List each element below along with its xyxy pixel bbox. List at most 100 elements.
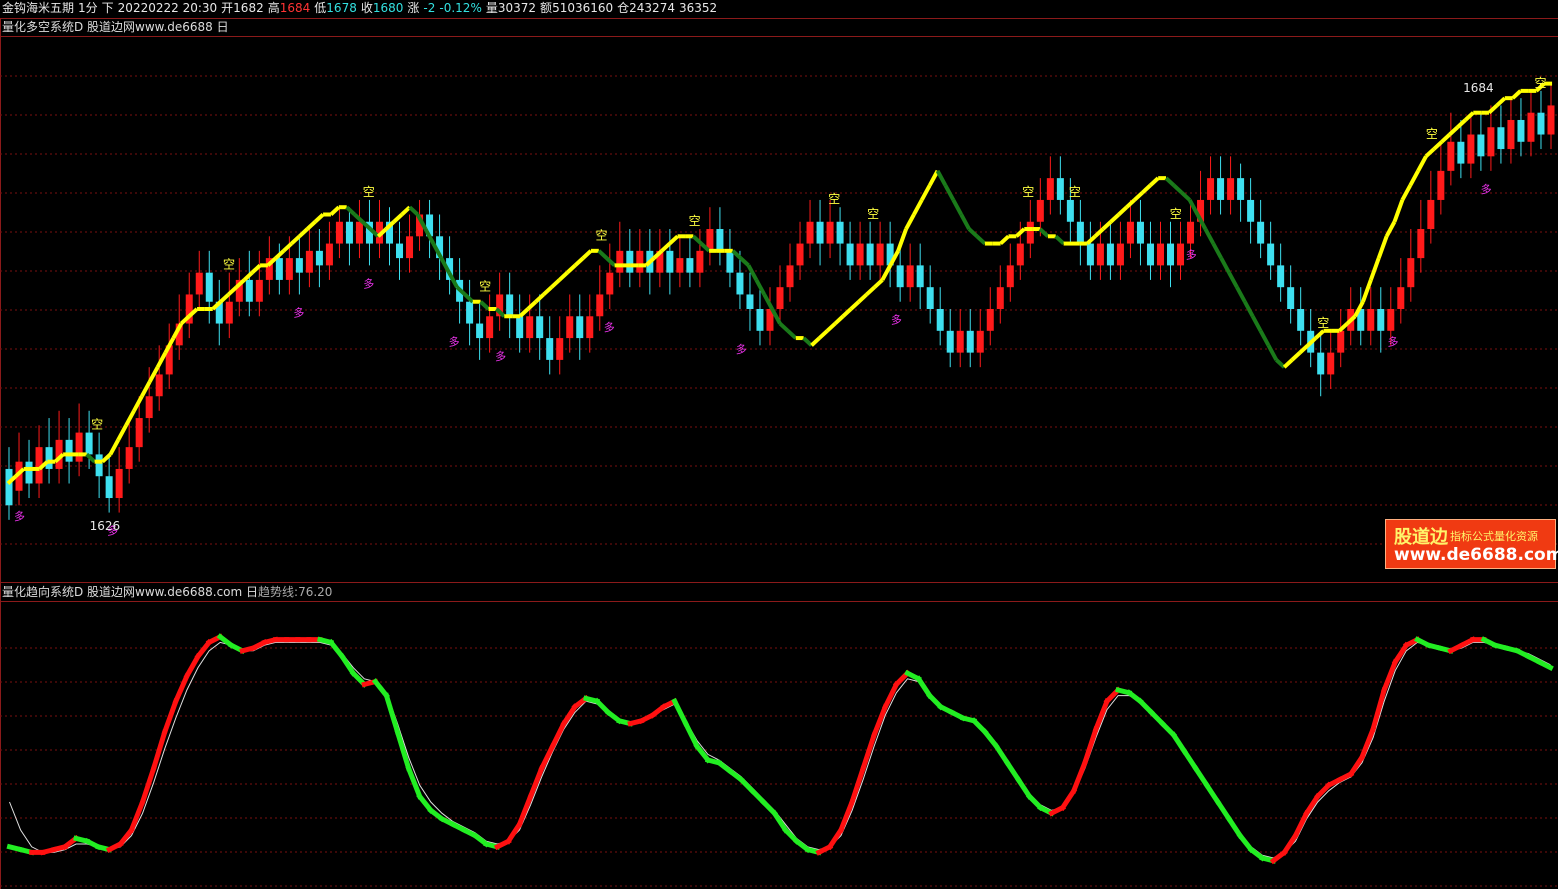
ma-line-segment [975, 234, 987, 246]
trend-line-segment [1369, 686, 1388, 733]
ma-line-segment [967, 227, 979, 238]
ma-line-segment [1211, 242, 1223, 260]
candle-body [95, 454, 103, 477]
candle-body [556, 338, 564, 360]
buy-mark: 多 [1186, 247, 1197, 261]
ma-line-segment [1290, 351, 1302, 362]
ma-line-segment [865, 285, 876, 296]
trend-line-segment [1280, 832, 1299, 856]
candle-body [826, 221, 834, 244]
ma-line-segment [880, 264, 893, 281]
ma-line-segment [1258, 329, 1271, 347]
ma-line-segment [1464, 111, 1475, 122]
trend-line-segment [826, 826, 845, 851]
candle-body [736, 272, 744, 295]
trend-line-segment [1003, 759, 1022, 784]
ma-line-segment [1314, 329, 1325, 340]
ma-line-segment [353, 213, 364, 224]
candlestick-chart[interactable]: 空空空空空空空空空空空空空空空空空空空多多多多多多多多多多多多多多多多多多多16… [0, 0, 1558, 889]
ma-line-segment [802, 336, 813, 347]
ma-line-segment [1141, 183, 1152, 195]
ma-line-segment [951, 198, 963, 216]
candle-body [546, 338, 554, 360]
trend-line-segment [1081, 726, 1100, 766]
candle-body [1136, 221, 1144, 244]
ma-line-segment [818, 329, 829, 340]
ma-line-segment [550, 278, 561, 289]
candle-body [1457, 141, 1465, 164]
trend-line-segment [1059, 787, 1078, 812]
candle-body [125, 447, 133, 469]
ma-line-segment [526, 300, 538, 311]
ma-line-segment [1235, 286, 1247, 303]
logo-url: www.de6688.com [1394, 545, 1558, 565]
candle-body [986, 309, 994, 331]
trend-line-segment [671, 697, 690, 727]
candle-body [1297, 309, 1305, 331]
candle-body [1527, 112, 1535, 142]
buy-mark: 多 [363, 276, 374, 290]
candle-body [245, 279, 253, 302]
candle-body [1537, 112, 1545, 135]
high-price-label: 1684 [1463, 81, 1494, 95]
candle-body [1437, 170, 1445, 200]
candle-body [1237, 178, 1245, 200]
candle-body [255, 279, 263, 302]
ma-line-segment [290, 234, 301, 246]
ma-line-segment [1361, 279, 1373, 303]
ma-line-segment [132, 395, 144, 412]
ma-line-segment [565, 263, 577, 275]
ma-line-segment [1274, 358, 1286, 369]
ma-line-segment [1392, 199, 1405, 223]
candle-body [85, 432, 93, 455]
ma-line-segment [124, 409, 136, 427]
ma-line-segment [1054, 234, 1065, 246]
candle-body [25, 461, 33, 484]
ma-line-segment [1125, 198, 1136, 209]
sell-mark: 空 [363, 185, 375, 199]
ma-line-segment [778, 322, 790, 333]
ma-line-segment [668, 234, 679, 246]
ma-line-segment [896, 228, 908, 252]
candle-body [1547, 105, 1555, 135]
ma-line-segment [1203, 228, 1216, 245]
candle-body [506, 294, 514, 317]
trend-line-segment [549, 720, 568, 750]
ma-line-segment [1416, 155, 1428, 172]
ma-line-segment [1384, 220, 1397, 238]
candle-body [786, 265, 794, 288]
ma-line-segment [282, 242, 293, 253]
ma-line-segment [873, 278, 884, 289]
candle-body [976, 330, 984, 353]
ma-line-segment [1266, 344, 1279, 361]
candle-body [396, 243, 404, 259]
candle-body [1517, 119, 1525, 142]
sell-mark: 空 [867, 207, 879, 221]
trend-line-segment [1292, 809, 1310, 839]
ma-line-segment [463, 292, 475, 304]
candle-body [1016, 243, 1024, 266]
candle-body [1317, 352, 1325, 375]
ma-line-segment [1298, 343, 1310, 355]
candle-body [145, 396, 153, 419]
trend-line-segment [1214, 798, 1233, 823]
ma-line-segment [1440, 133, 1452, 144]
candle-body [225, 301, 233, 324]
ma-line-segment [912, 198, 924, 216]
trend-line-segment [172, 672, 191, 705]
ma-line-segment [1424, 147, 1436, 158]
buy-mark: 多 [1481, 182, 1492, 196]
candle-body [1497, 127, 1505, 150]
ma-line-segment [825, 322, 837, 333]
ma-line-segment [597, 249, 609, 260]
candle-body [1166, 243, 1175, 266]
candle-body [335, 221, 343, 244]
candle-body [1397, 287, 1405, 309]
candle-body [536, 316, 544, 339]
candle-body [936, 309, 944, 331]
candle-body [75, 432, 83, 462]
ma-line-segment [558, 271, 569, 282]
candle-body [1487, 127, 1495, 157]
ma-line-segment [1133, 191, 1144, 202]
trend-line-segment [1092, 697, 1111, 733]
